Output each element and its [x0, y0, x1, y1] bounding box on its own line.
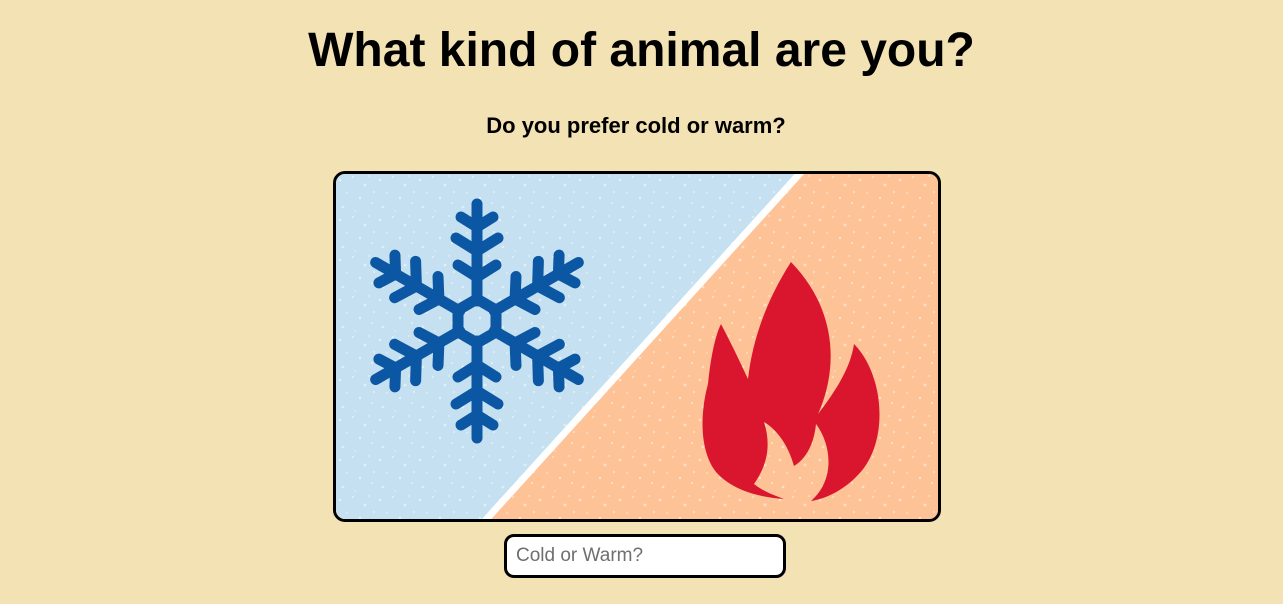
page-title: What kind of animal are you?: [308, 24, 975, 77]
answer-input[interactable]: [504, 534, 786, 578]
cold-warm-illustration: [333, 171, 941, 522]
question-text: Do you prefer cold or warm?: [486, 113, 786, 138]
